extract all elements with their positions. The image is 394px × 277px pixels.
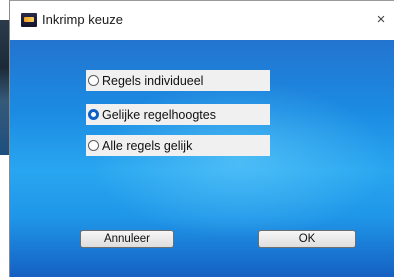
radio-unchecked-icon[interactable]: [88, 140, 99, 151]
close-button[interactable]: ×: [372, 10, 390, 30]
dialog-title: Inkrimp keuze: [42, 12, 123, 27]
radio-option-regels-individueel[interactable]: Regels individueel: [86, 70, 270, 91]
ok-button[interactable]: OK: [258, 230, 356, 248]
radio-unchecked-icon[interactable]: [88, 75, 99, 86]
app-icon: [21, 13, 37, 27]
radio-option-alle-regels-gelijk[interactable]: Alle regels gelijk: [86, 135, 270, 156]
radio-option-gelijke-regelhoogtes[interactable]: Gelijke regelhoogtes: [86, 104, 270, 125]
inkrimp-keuze-dialog: Inkrimp keuze × Regels individueel Gelij…: [9, 0, 394, 277]
radio-option-label: Gelijke regelhoogtes: [102, 107, 216, 122]
cancel-button[interactable]: Annuleer: [80, 230, 174, 248]
background-photo-edge: [0, 20, 9, 155]
dialog-body: Regels individueel Gelijke regelhoogtes …: [10, 40, 394, 277]
radio-option-label: Alle regels gelijk: [102, 138, 193, 153]
radio-checked-icon[interactable]: [88, 109, 99, 120]
dialog-titlebar[interactable]: Inkrimp keuze ×: [10, 0, 394, 40]
close-icon: ×: [376, 11, 386, 28]
radio-option-label: Regels individueel: [102, 73, 204, 88]
